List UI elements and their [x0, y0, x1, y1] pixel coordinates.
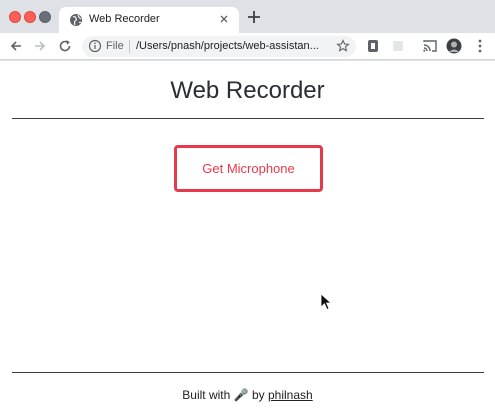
tab-title: Web Recorder — [89, 13, 160, 25]
extension-blank-icon[interactable] — [390, 38, 406, 54]
globe-icon — [70, 14, 82, 26]
tab-web-recorder[interactable]: Web Recorder — [59, 7, 239, 33]
avatar[interactable] — [446, 38, 462, 54]
omnibox-divider — [129, 40, 130, 53]
footer-by: by — [251, 388, 265, 402]
footer-divider — [12, 372, 484, 373]
more-menu-icon[interactable] — [472, 38, 488, 54]
extension-shield-icon[interactable] — [365, 38, 381, 54]
new-tab-button[interactable] — [247, 10, 261, 24]
page-title: Web Recorder — [170, 77, 325, 104]
cast-icon[interactable] — [422, 38, 438, 54]
mouse-pointer-icon — [320, 293, 332, 311]
reload-icon[interactable] — [57, 38, 73, 54]
close-tab-icon[interactable] — [217, 12, 231, 26]
url-text[interactable]: /Users/pnash/projects/web-assistan... — [136, 40, 319, 52]
header-divider — [12, 118, 484, 119]
back-arrow-icon[interactable] — [8, 38, 24, 54]
footer: Built with 🎤 by philnash — [0, 388, 495, 402]
microphone-emoji-icon: 🎤 — [233, 388, 249, 402]
close-window-button[interactable] — [9, 11, 21, 23]
browser-toolbar: File /Users/pnash/projects/web-assistan.… — [0, 33, 495, 60]
forward-arrow-icon[interactable] — [32, 38, 48, 54]
scheme-label: File — [106, 40, 124, 52]
page-content: Web Recorder Get Microphone Built with 🎤… — [0, 61, 495, 417]
zoom-window-button[interactable] — [39, 11, 51, 23]
info-icon[interactable] — [88, 39, 102, 53]
address-bar[interactable]: File /Users/pnash/projects/web-assistan.… — [82, 36, 356, 57]
bookmark-star-icon[interactable] — [336, 39, 350, 53]
footer-prefix: Built with — [182, 388, 231, 402]
minimize-window-button[interactable] — [24, 11, 36, 23]
tab-strip: Web Recorder — [0, 0, 495, 33]
author-link[interactable]: philnash — [268, 388, 313, 402]
get-microphone-button[interactable]: Get Microphone — [174, 145, 323, 192]
